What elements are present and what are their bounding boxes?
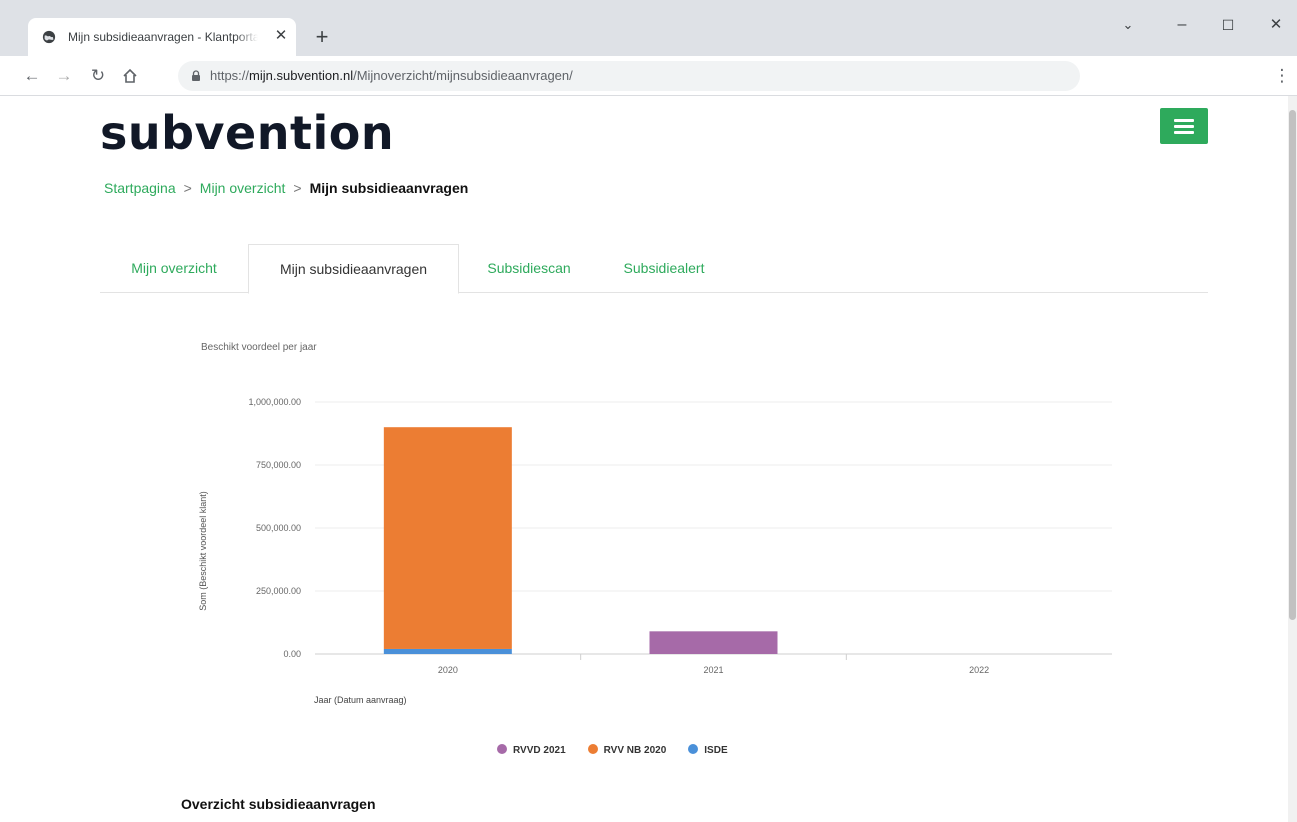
url-host: mijn.subvention.nl — [249, 68, 354, 83]
home-icon[interactable] — [116, 62, 144, 90]
chart-legend: RVVD 2021 RVV NB 2020 ISDE — [497, 744, 750, 760]
y-tick-label: 1,000,000.00 — [248, 397, 301, 407]
chart-bars — [383, 427, 778, 654]
x-tick-label: 2021 — [703, 665, 723, 675]
legend-label: RVVD 2021 — [513, 745, 566, 756]
y-tick-label: 0.00 — [283, 649, 301, 659]
tab-subsidiescan[interactable]: Subsidiescan — [462, 244, 596, 293]
breadcrumb-separator: > — [183, 180, 192, 196]
breadcrumb-mijn-overzicht[interactable]: Mijn overzicht — [200, 180, 286, 196]
new-tab-button[interactable]: + — [308, 24, 336, 52]
x-tick-label: 2020 — [438, 665, 458, 675]
scrollbar-thumb[interactable] — [1289, 110, 1296, 620]
maximize-button[interactable]: ☐ — [1208, 10, 1248, 40]
bar-rvv-nb-2020-2020 — [383, 427, 512, 649]
browser-tab[interactable]: Mijn subsidieaanvragen - Klantportaal ✕ — [28, 18, 296, 56]
globe-icon — [42, 30, 56, 44]
close-tab-icon[interactable]: ✕ — [272, 27, 290, 45]
y-axis-label: Som (Beschikt voordeel klant) — [198, 491, 208, 611]
browser-toolbar: ← → ↻ https://mijn.subvention.nl/Mijnove… — [0, 56, 1297, 96]
y-tick-label: 750,000.00 — [256, 460, 301, 470]
page-tabs: Mijn overzicht Mijn subsidieaanvragen Su… — [100, 244, 1208, 294]
breadcrumb-startpagina[interactable]: Startpagina — [104, 180, 176, 196]
tab-mijn-subsidieaanvragen[interactable]: Mijn subsidieaanvragen — [248, 244, 459, 294]
legend-item[interactable]: RVVD 2021 — [497, 744, 566, 756]
back-arrow-icon[interactable]: ← — [18, 62, 46, 90]
hamburger-menu-button[interactable] — [1160, 108, 1208, 144]
tab-search-chevron-icon[interactable]: ⌄ — [1108, 10, 1148, 40]
address-bar[interactable]: https://mijn.subvention.nl/Mijnoverzicht… — [178, 61, 1080, 91]
tab-subsidiealert[interactable]: Subsidiealert — [600, 244, 728, 293]
breadcrumb: Startpagina > Mijn overzicht > Mijn subsidie… — [104, 180, 468, 196]
legend-item[interactable]: ISDE — [688, 744, 728, 756]
breadcrumb-current: Mijn subsidieaanvragen — [309, 180, 469, 196]
browser-tab-title: Mijn subsidieaanvragen - Klantportaal — [68, 30, 258, 44]
bar-isde-2020 — [383, 648, 512, 654]
legend-label: ISDE — [704, 745, 728, 756]
y-tick-label: 500,000.00 — [256, 523, 301, 533]
hamburger-icon — [1174, 119, 1194, 122]
x-tick-label: 2022 — [969, 665, 989, 675]
x-axis-label: Jaar (Datum aanvraag) — [314, 695, 407, 705]
y-axis-ticks: 0.00 250,000.00 500,000.00 750,000.00 1,000,… — [248, 397, 301, 659]
bar-chart: 0.00 250,000.00 500,000.00 750,000.00 1,000,… — [198, 397, 1112, 705]
bar-rvvd-2021-2021 — [649, 631, 778, 654]
section-title: Overzicht subsidieaanvragen — [181, 796, 376, 812]
tab-mijn-overzicht[interactable]: Mijn overzicht — [100, 244, 248, 293]
browser-tab-strip: Mijn subsidieaanvragen - Klantportaal ✕ … — [0, 0, 1297, 56]
minimize-button[interactable]: – — [1162, 10, 1202, 40]
legend-label: RVV NB 2020 — [603, 745, 667, 756]
page-scrollbar[interactable] — [1288, 96, 1297, 822]
lock-icon — [192, 70, 200, 81]
y-tick-label: 250,000.00 — [256, 586, 301, 596]
legend-dot — [688, 744, 699, 754]
x-axis-ticks: 2020 2021 2022 — [438, 654, 989, 675]
reload-icon[interactable]: ↻ — [84, 62, 112, 90]
more-menu-icon[interactable]: ⋮ — [1272, 62, 1292, 90]
legend-dot — [587, 744, 598, 754]
breadcrumb-separator: > — [293, 180, 302, 196]
chart-title: Beschikt voordeel per jaar — [201, 342, 317, 353]
legend-dot — [497, 744, 507, 754]
legend-item[interactable]: RVV NB 2020 — [587, 744, 667, 756]
url-text: https://mijn.subvention.nl/Mijnoverzicht… — [210, 68, 573, 83]
site-logo[interactable]: subvention — [100, 106, 394, 160]
close-window-button[interactable]: ✕ — [1256, 10, 1296, 40]
forward-arrow-icon[interactable]: → — [50, 62, 78, 90]
page-content: subvention Startpagina > Mijn overzicht > Mi… — [0, 96, 1288, 822]
